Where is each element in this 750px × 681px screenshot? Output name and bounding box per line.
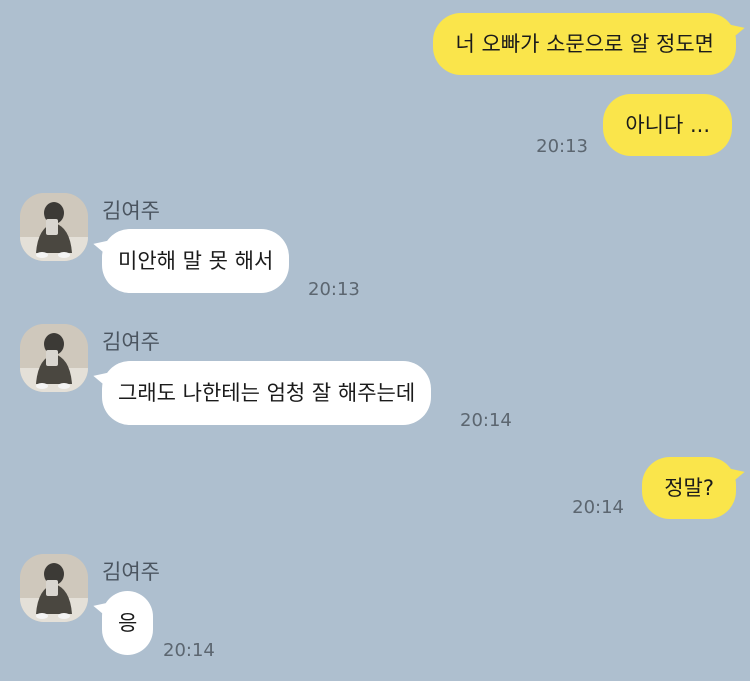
profile-photo-icon (20, 324, 88, 392)
message-timestamp: 20:13 (308, 279, 360, 300)
profile-photo-icon (20, 193, 88, 261)
sender-name: 김여주 (102, 199, 160, 223)
incoming-message[interactable]: 응 (102, 591, 154, 655)
outgoing-message[interactable]: 아니다 ... (603, 94, 732, 156)
message-timestamp: 20:14 (163, 640, 215, 661)
message-timestamp: 20:14 (460, 410, 512, 431)
sender-name: 김여주 (102, 560, 160, 584)
message-timestamp: 20:13 (536, 136, 588, 157)
avatar[interactable] (20, 193, 88, 261)
avatar[interactable] (20, 554, 88, 622)
avatar[interactable] (20, 324, 88, 392)
incoming-message[interactable]: 미안해 말 못 해서 (102, 229, 290, 293)
sender-name: 김여주 (102, 330, 160, 354)
outgoing-message[interactable]: 정말? (642, 457, 736, 519)
message-timestamp: 20:14 (572, 497, 624, 518)
profile-photo-icon (20, 554, 88, 622)
incoming-message[interactable]: 그래도 나한테는 엄청 잘 해주는데 (102, 361, 432, 425)
chat-view[interactable]: 너 오빠가 소문으로 알 정도면 아니다 ... 20:13 김여주 미안해 말… (0, 0, 750, 681)
outgoing-message[interactable]: 너 오빠가 소문으로 알 정도면 (433, 13, 736, 75)
